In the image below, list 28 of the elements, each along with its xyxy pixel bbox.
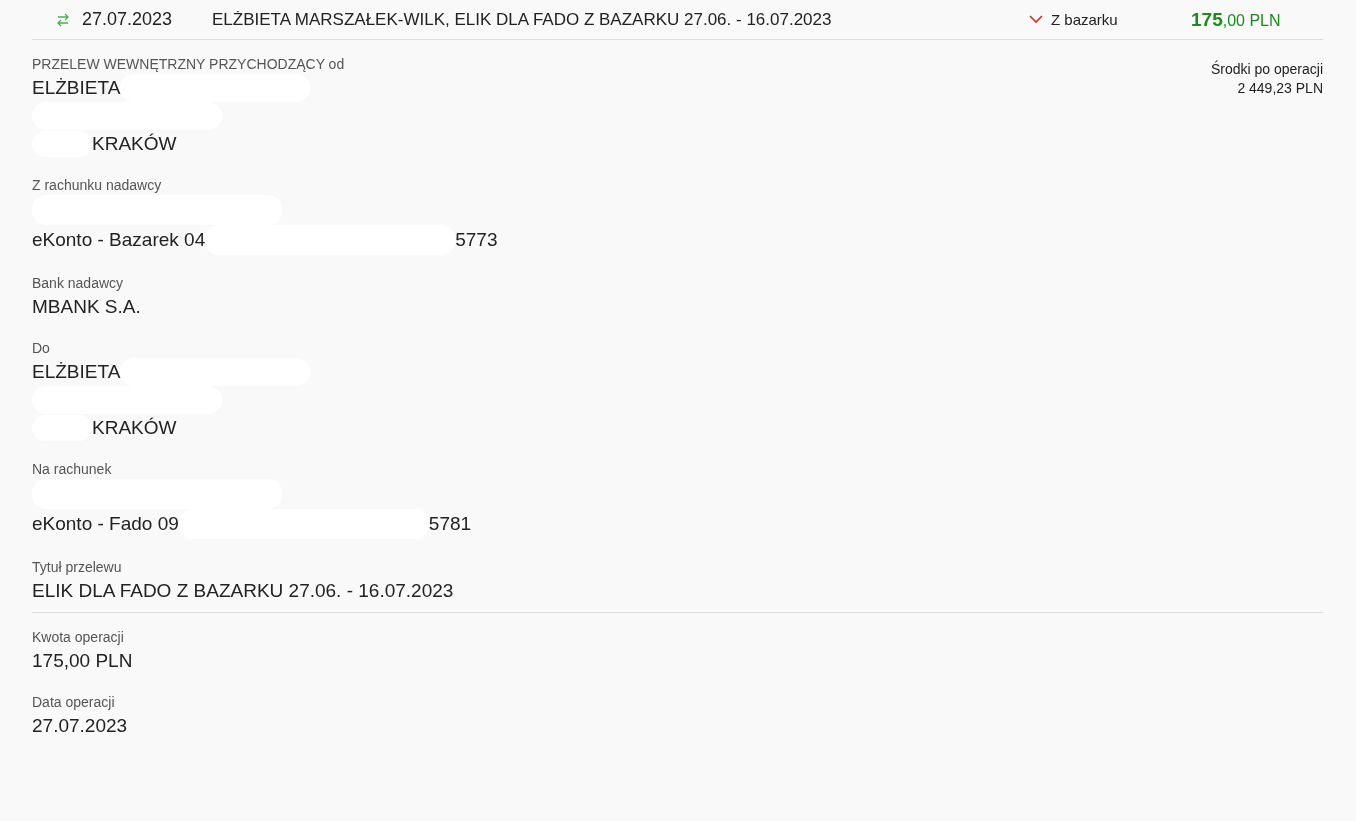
field-value: ELIK DLA FADO Z BAZARKU 27.06. - 16.07.2023 <box>32 579 454 602</box>
field-label: Data operacji <box>32 694 116 710</box>
field-value: 5781 <box>428 513 472 535</box>
field-value: ELŻBIETA <box>32 361 121 383</box>
field-value: eKonto - Bazarek 04 <box>32 229 206 251</box>
balance-value: 2 449,23 PLN <box>1236 79 1323 98</box>
field-label: PRZELEW WEWNĘTRZNY PRZYCHODZĄCY od <box>32 56 346 72</box>
balance-label: Środki po operacji <box>1210 60 1323 79</box>
field-label: Bank nadawcy <box>32 275 125 291</box>
field-value: 27.07.2023 <box>32 714 128 737</box>
transaction-date: 27.07.2023 <box>82 9 174 30</box>
transfer-icon <box>56 12 70 27</box>
chevron-icon[interactable] <box>1029 15 1043 24</box>
field-label: Z rachunku nadawcy <box>32 177 163 193</box>
field-label: Kwota operacji <box>32 629 125 645</box>
field-label: Do <box>32 340 51 356</box>
field-value: 175,00 PLN <box>32 649 133 672</box>
field-value: ELŻBIETA <box>32 77 121 99</box>
field-label: Na rachunek <box>32 461 113 477</box>
field-value: MBANK S.A. <box>32 295 141 318</box>
field-value: KRAKÓW <box>92 132 177 155</box>
transaction-amount: 175,00 PLN <box>1191 8 1282 31</box>
transaction-title: ELŻBIETA MARSZAŁEK-WILK, ELIK DLA FADO Z BAZARKU 27.06. - 16.07.2023 <box>212 9 833 30</box>
account-name: Z bazarku <box>1051 11 1119 28</box>
field-value: 5773 <box>455 229 498 251</box>
field-value: eKonto - Fado 09 <box>32 513 179 535</box>
field-label: Tytuł przelewu <box>32 559 123 575</box>
field-value: KRAKÓW <box>92 416 177 439</box>
